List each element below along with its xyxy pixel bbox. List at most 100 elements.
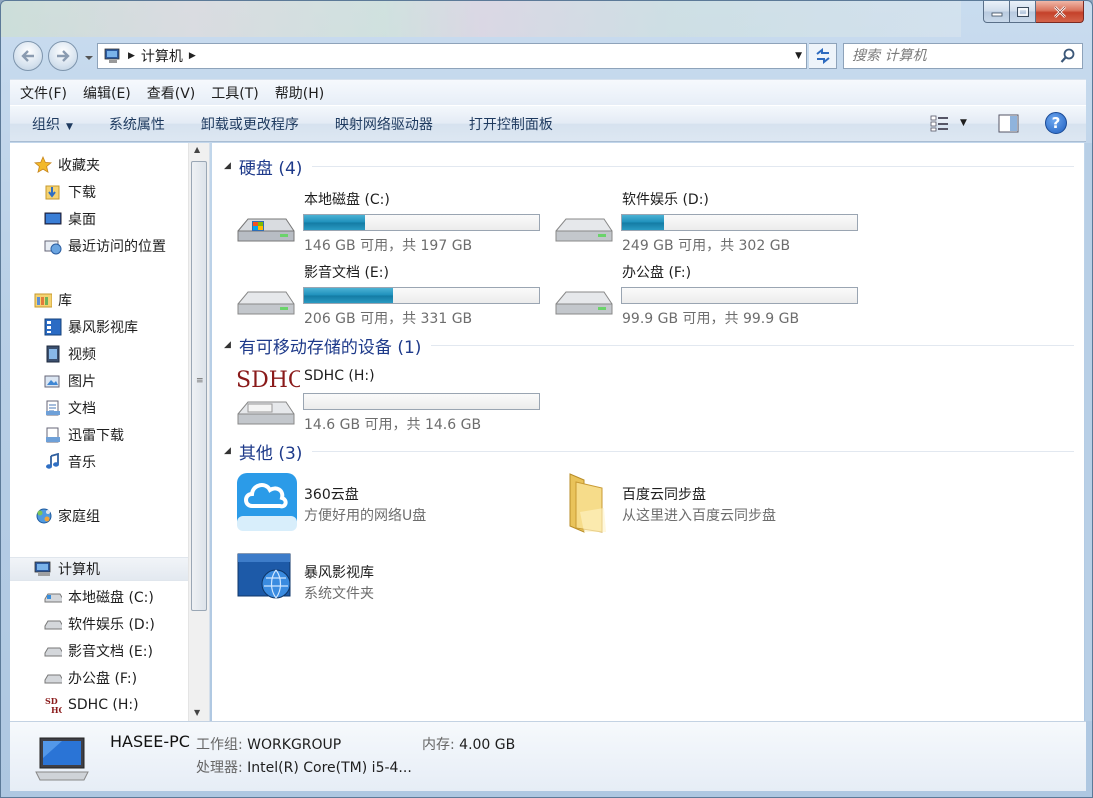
change-view-button[interactable]: ▼ [930,114,967,132]
nav-downloads-label: 下载 [68,185,96,201]
downloads-folder-icon [44,183,62,201]
forward-button[interactable] [48,41,78,71]
item-name: 百度云同步盘 [622,487,706,503]
workgroup-value: WORKGROUP [247,737,342,753]
nav-pictures[interactable]: 图片 [44,369,96,393]
drive-usage-fill [304,288,394,303]
breadcrumb-separator-icon[interactable]: ▶ [189,51,196,61]
nav-thunder-downloads-label: 迅雷下载 [68,428,124,444]
nav-libraries[interactable]: 库 [34,288,72,312]
drive-name: 本地磁盘 (C:) [304,192,390,208]
collapse-triangle-icon[interactable]: ◢ [224,340,231,350]
open-control-panel-button[interactable]: 打开控制面板 [469,114,553,134]
menu-file[interactable]: 文件(F) [20,83,67,103]
scroll-down-icon[interactable]: ▼ [194,708,200,717]
item-baidu-cloud-sync[interactable]: 百度云同步盘 从这里进入百度云同步盘 [542,472,862,538]
drive-tile-f[interactable]: 办公盘 (F:) 99.9 GB 可用，共 99.9 GB [542,262,858,328]
drive-space-info: 146 GB 可用，共 197 GB [304,238,473,254]
details-pane: HASEE-PC 工作组: WORKGROUP 内存: 4.00 GB 处理器:… [10,721,1086,791]
maximize-button[interactable] [1010,1,1036,23]
nav-documents[interactable]: 文档 [44,396,96,420]
content-area: ◢ 硬盘 (4) 本地磁盘 (C:) 146 GB 可用，共 197 GB 软件… [212,143,1084,721]
drive-tile-h[interactable]: SDHC SDHC (H:) 14.6 GB 可用，共 14.6 GB [224,368,540,434]
navigation-row: ▶ 计算机 ▶ ▼ [1,39,1092,73]
nav-music[interactable]: 音乐 [44,450,96,474]
scrollbar-thumb[interactable]: ≡ [191,161,207,611]
nav-favorites[interactable]: 收藏夹 [34,153,100,177]
title-bar[interactable] [1,1,961,37]
nav-pictures-label: 图片 [68,374,96,390]
close-button[interactable] [1036,1,1084,23]
nav-storm-video-library[interactable]: 暴风影视库 [44,315,138,339]
svg-text:HC: HC [51,705,62,715]
nav-computer[interactable]: 计算机 [10,557,188,581]
nav-scrollbar[interactable]: ▲ ≡ ▼ [188,143,209,721]
nav-drive-e[interactable]: 影音文档 (E:) [44,639,153,663]
organize-button[interactable]: 组织 ▼ [32,114,73,134]
drive-space-info: 99.9 GB 可用，共 99.9 GB [622,311,800,327]
nav-drive-d[interactable]: 软件娱乐 (D:) [44,612,155,636]
help-icon[interactable]: ? [1045,112,1067,134]
breadcrumb-separator-icon[interactable]: ▶ [128,51,135,61]
cloud-drive-icon [237,473,297,531]
nav-documents-label: 文档 [68,401,96,417]
uninstall-program-button[interactable]: 卸载或更改程序 [201,114,299,134]
star-icon [34,156,52,174]
system-properties-button[interactable]: 系统属性 [109,114,165,134]
address-bar[interactable]: ▶ 计算机 ▶ ▼ [97,43,807,69]
nav-homegroup[interactable]: 家庭组 [34,504,100,528]
nav-drive-c[interactable]: 本地磁盘 (C:) [44,585,154,609]
nav-recent-places[interactable]: 最近访问的位置 [44,234,166,258]
menu-tools[interactable]: 工具(T) [211,83,258,103]
content-border [1085,143,1092,721]
nav-recent-places-label: 最近访问的位置 [68,239,166,255]
nav-drive-h[interactable]: SDHC SDHC (H:) [44,693,139,717]
drive-tile-c[interactable]: 本地磁盘 (C:) 146 GB 可用，共 197 GB [224,189,540,255]
group-header-removable[interactable]: ◢ 有可移动存储的设备 (1) [224,333,1074,358]
collapse-triangle-icon[interactable]: ◢ [224,161,231,171]
explorer-window: ▶ 计算机 ▶ ▼ 文件(F) 编辑(E) 查看(V) 工具(T) 帮助(H) … [0,0,1093,798]
search-input[interactable] [852,48,1052,64]
nav-thunder-downloads[interactable]: 迅雷下载 [44,423,124,447]
back-arrow-icon [21,50,34,62]
nav-drive-f[interactable]: 办公盘 (F:) [44,666,137,690]
drive-tile-d[interactable]: 软件娱乐 (D:) 249 GB 可用，共 302 GB [542,189,858,255]
drive-tile-e[interactable]: 影音文档 (E:) 206 GB 可用，共 331 GB [224,262,540,328]
nav-downloads[interactable]: 下载 [44,180,96,204]
processor-field: 处理器: Intel(R) Core(TM) i5-4... [196,757,412,777]
organize-label: 组织 [32,116,60,133]
item-storm-video-library[interactable]: 暴风影视库 系统文件夹 [224,550,544,616]
drive-name: SDHC (H:) [304,368,375,384]
computer-icon [104,48,120,63]
group-header-hdd[interactable]: ◢ 硬盘 (4) [224,154,1074,179]
item-360-cloud[interactable]: 360云盘 方便好用的网络U盘 [224,472,544,538]
storm-library-icon [44,318,62,336]
group-title-other: 其他 (3) [238,443,303,464]
library-icon [34,291,52,309]
refresh-button[interactable] [809,43,837,69]
maximize-icon [1016,6,1029,17]
map-network-drive-button[interactable]: 映射网络驱动器 [335,114,433,134]
scroll-up-icon[interactable]: ▲ [194,145,200,154]
preview-pane-icon[interactable] [998,114,1020,134]
breadcrumb-computer[interactable]: 计算机 [141,46,183,66]
nav-desktop[interactable]: 桌面 [44,207,96,231]
back-button[interactable] [13,41,43,71]
search-box[interactable] [843,43,1083,69]
memory-label: 内存: [422,737,455,753]
menu-edit[interactable]: 编辑(E) [83,83,131,103]
menu-help[interactable]: 帮助(H) [275,83,324,103]
folder-icon [569,473,606,533]
address-history-dropdown-icon[interactable]: ▼ [795,51,802,61]
drive-name: 影音文档 (E:) [304,265,389,281]
minimize-icon [991,12,1002,16]
recent-pages-dropdown-icon[interactable] [84,53,94,63]
workgroup-field: 工作组: WORKGROUP [196,734,341,754]
group-header-other[interactable]: ◢ 其他 (3) [224,439,1074,464]
collapse-triangle-icon[interactable]: ◢ [224,446,231,456]
minimize-button[interactable] [983,1,1010,23]
drive-space-info: 249 GB 可用，共 302 GB [622,238,791,254]
menu-view[interactable]: 查看(V) [147,83,196,103]
nav-videos[interactable]: 视频 [44,342,96,366]
search-icon[interactable] [1060,48,1076,64]
